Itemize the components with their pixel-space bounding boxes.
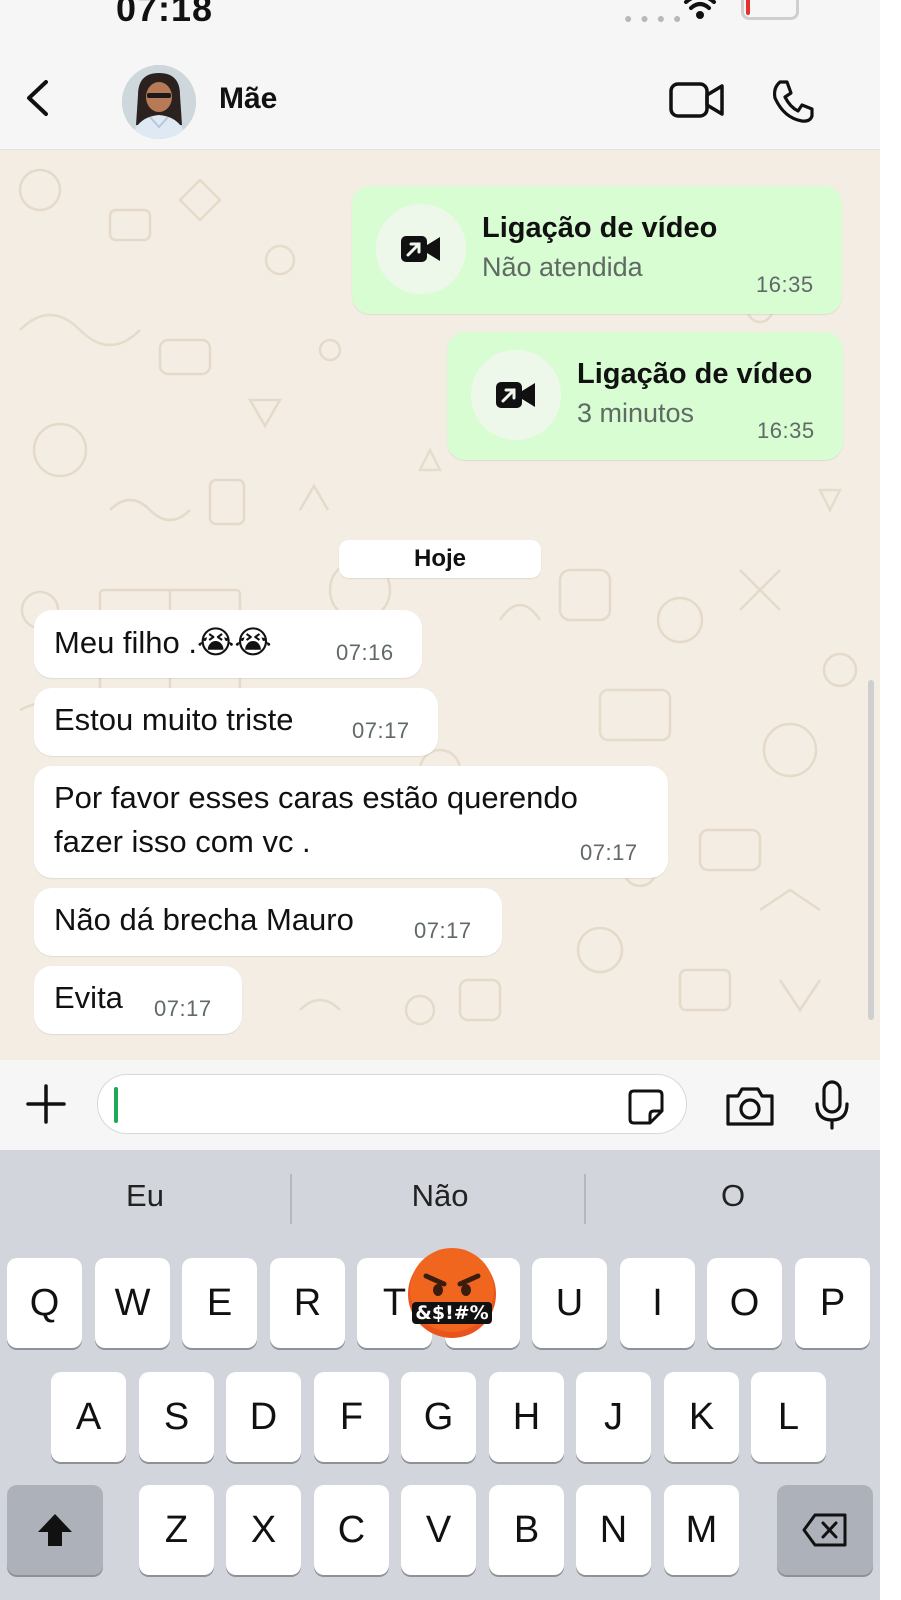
key-b[interactable]: B <box>489 1485 564 1575</box>
key-g[interactable]: G <box>401 1372 476 1462</box>
key-e[interactable]: E <box>182 1258 257 1348</box>
key-r[interactable]: R <box>270 1258 345 1348</box>
key-x[interactable]: X <box>226 1485 301 1575</box>
camera-icon[interactable] <box>724 1084 776 1128</box>
message-text-body: Meu filho . <box>54 625 198 660</box>
backspace-key[interactable] <box>777 1485 873 1575</box>
cursing-emoji-overlay: &$!#% <box>408 1248 496 1338</box>
key-p[interactable]: P <box>795 1258 870 1348</box>
message-time: 07:17 <box>352 718 410 743</box>
message-text: Evita <box>54 980 123 1015</box>
message-time: 07:17 <box>580 840 638 865</box>
key-h[interactable]: H <box>489 1372 564 1462</box>
outgoing-call-bubble[interactable]: Ligação de vídeo Não atendida 16:35 <box>352 186 842 314</box>
contact-name[interactable]: Mãe <box>219 82 277 116</box>
key-m[interactable]: M <box>664 1485 739 1575</box>
key-k[interactable]: K <box>664 1372 739 1462</box>
key-j[interactable]: J <box>576 1372 651 1462</box>
chat-header: Mãe <box>0 40 880 150</box>
backspace-icon <box>802 1513 847 1547</box>
video-call-icon <box>496 382 535 408</box>
key-c[interactable]: C <box>314 1485 389 1575</box>
message-text-line2: fazer isso com vc . <box>54 824 311 859</box>
signal-icon: ● ● ● ● <box>624 10 684 26</box>
keyboard: Eu Não O Q W E R T Y U I O P A S D F G H… <box>0 1150 880 1600</box>
avatar[interactable] <box>122 65 196 139</box>
plus-icon[interactable] <box>24 1082 68 1126</box>
key-w[interactable]: W <box>95 1258 170 1348</box>
chat-area: Ligação de vídeo Não atendida 16:35 Liga… <box>0 150 880 1060</box>
key-q[interactable]: Q <box>7 1258 82 1348</box>
key-a[interactable]: A <box>51 1372 126 1462</box>
message-time: 16:35 <box>756 272 814 297</box>
cursing-emoji-symbols: &$!#% <box>415 1302 488 1324</box>
key-l[interactable]: L <box>751 1372 826 1462</box>
call-title: Ligação de vídeo <box>482 212 718 244</box>
battery-icon <box>741 0 799 20</box>
incoming-message[interactable]: Não dá brecha Mauro 07:17 <box>34 888 502 956</box>
sticker-icon[interactable] <box>626 1087 666 1127</box>
day-divider: Hoje <box>339 540 541 578</box>
incoming-message[interactable]: Evita 07:17 <box>34 966 242 1034</box>
status-bar: 07:18 ● ● ● ● <box>0 0 880 40</box>
message-time: 07:17 <box>154 996 212 1021</box>
message-input-bar <box>0 1060 880 1150</box>
shift-icon <box>38 1514 72 1546</box>
voice-call-icon[interactable] <box>770 78 816 124</box>
suggestion-1[interactable]: Eu <box>10 1178 280 1214</box>
chat-screen: 07:18 ● ● ● ● Mãe Ligação de vídeo Não a… <box>0 0 880 1600</box>
suggestion-2[interactable]: Não <box>305 1178 575 1214</box>
microphone-icon[interactable] <box>814 1080 850 1130</box>
incoming-message[interactable]: Por favor esses caras estão querendo faz… <box>34 766 668 878</box>
incoming-message[interactable]: Meu filho .😭😭 07:16 <box>34 610 422 678</box>
key-u[interactable]: U <box>532 1258 607 1348</box>
call-status: Não atendida <box>482 252 643 282</box>
call-title: Ligação de vídeo <box>577 358 813 390</box>
status-time: 07:18 <box>116 0 214 29</box>
message-time: 07:16 <box>336 640 394 665</box>
key-n[interactable]: N <box>576 1485 651 1575</box>
call-icon-circle <box>376 204 466 294</box>
message-text: Não dá brecha Mauro <box>54 902 354 937</box>
key-z[interactable]: Z <box>139 1485 214 1575</box>
text-caret <box>114 1087 118 1123</box>
outgoing-call-bubble[interactable]: Ligação de vídeo 3 minutos 16:35 <box>447 332 843 460</box>
message-text: Meu filho .😭😭 <box>54 620 272 665</box>
wifi-icon <box>684 0 716 19</box>
key-f[interactable]: F <box>314 1372 389 1462</box>
incoming-message[interactable]: Estou muito triste 07:17 <box>34 688 438 756</box>
scroll-indicator[interactable] <box>868 680 874 1020</box>
key-d[interactable]: D <box>226 1372 301 1462</box>
call-duration: 3 minutos <box>577 398 695 428</box>
crying-emoji: 😭😭 <box>197 624 272 660</box>
key-v[interactable]: V <box>401 1485 476 1575</box>
key-o[interactable]: O <box>707 1258 782 1348</box>
key-i[interactable]: I <box>620 1258 695 1348</box>
suggestion-divider <box>584 1174 586 1224</box>
suggestion-divider <box>290 1174 292 1224</box>
suggestion-3[interactable]: O <box>598 1178 868 1214</box>
shift-key[interactable] <box>7 1485 103 1575</box>
message-text: Estou muito triste <box>54 702 294 737</box>
avatar-photo <box>122 65 196 139</box>
message-text-line1: Por favor esses caras estão querendo <box>54 780 578 815</box>
message-input[interactable] <box>97 1074 687 1134</box>
missed-video-call-icon <box>401 236 440 262</box>
message-time: 07:17 <box>414 918 472 943</box>
call-icon-circle <box>471 350 561 440</box>
video-call-icon[interactable] <box>668 78 726 122</box>
back-icon[interactable] <box>22 78 52 118</box>
key-s[interactable]: S <box>139 1372 214 1462</box>
message-time: 16:35 <box>757 418 815 443</box>
